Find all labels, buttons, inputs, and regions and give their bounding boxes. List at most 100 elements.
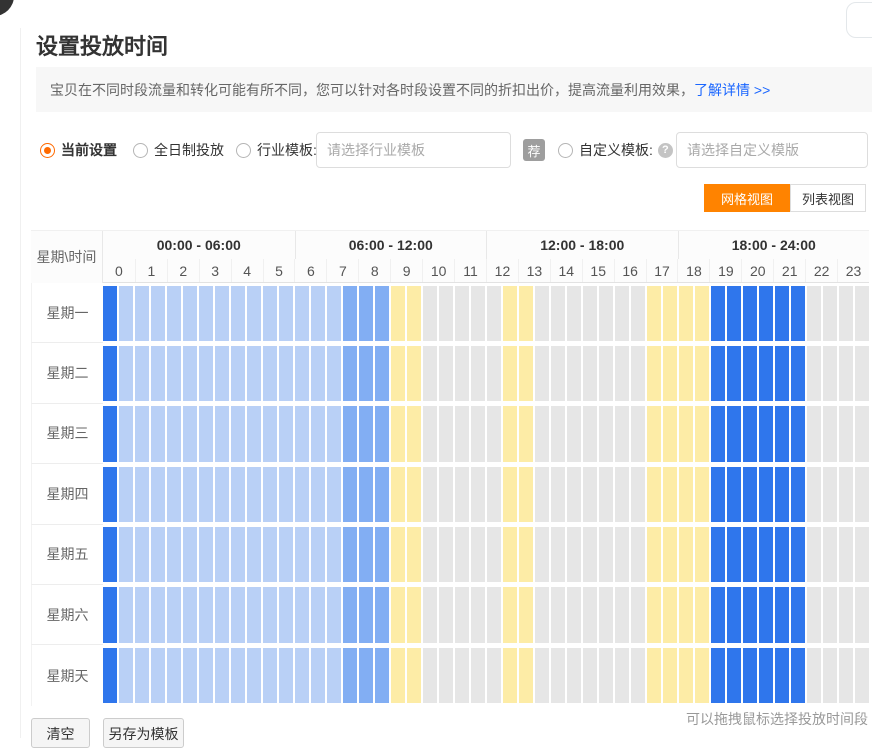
time-slot-cell[interactable]: [183, 467, 197, 522]
time-slot-cell[interactable]: [519, 648, 533, 703]
time-slot-cell[interactable]: [695, 527, 709, 582]
time-slot-cell[interactable]: [391, 648, 405, 703]
time-slot-cell[interactable]: [327, 648, 341, 703]
time-slot-cell[interactable]: [279, 648, 293, 703]
time-slot-cell[interactable]: [135, 467, 149, 522]
time-slot-cell[interactable]: [791, 346, 805, 401]
time-slot-cell[interactable]: [839, 467, 853, 522]
time-slot-cell[interactable]: [167, 587, 181, 642]
time-slot-cell[interactable]: [503, 648, 517, 703]
time-slot-cell[interactable]: [535, 587, 549, 642]
time-slot-cell[interactable]: [599, 648, 613, 703]
time-slot-cell[interactable]: [615, 527, 629, 582]
time-slot-cell[interactable]: [311, 527, 325, 582]
time-slot-cell[interactable]: [807, 467, 821, 522]
time-slot-cell[interactable]: [343, 346, 357, 401]
time-slot-cell[interactable]: [647, 467, 661, 522]
time-slot-cell[interactable]: [135, 406, 149, 461]
time-slot-cell[interactable]: [375, 406, 389, 461]
time-slot-cell[interactable]: [775, 587, 789, 642]
time-slot-cell[interactable]: [455, 527, 469, 582]
time-slot-cell[interactable]: [727, 587, 741, 642]
radio-industry-template[interactable]: 行业模板:: [236, 132, 317, 168]
time-slot-cell[interactable]: [839, 286, 853, 341]
time-slot-cell[interactable]: [135, 527, 149, 582]
time-slot-cell[interactable]: [407, 587, 421, 642]
time-slot-cell[interactable]: [391, 286, 405, 341]
time-slot-cell[interactable]: [439, 406, 453, 461]
time-slot-cell[interactable]: [151, 286, 165, 341]
time-slot-cell[interactable]: [727, 467, 741, 522]
time-slot-cell[interactable]: [407, 286, 421, 341]
time-slot-cell[interactable]: [615, 587, 629, 642]
time-slot-cell[interactable]: [743, 467, 757, 522]
time-slot-cell[interactable]: [231, 286, 245, 341]
clear-button[interactable]: 清空: [31, 718, 90, 748]
time-slot-cell[interactable]: [583, 587, 597, 642]
time-slot-cell[interactable]: [295, 527, 309, 582]
time-slot-cell[interactable]: [503, 467, 517, 522]
time-slot-cell[interactable]: [455, 406, 469, 461]
time-slot-cell[interactable]: [679, 467, 693, 522]
time-slot-cell[interactable]: [663, 346, 677, 401]
time-slot-cell[interactable]: [679, 527, 693, 582]
time-slot-cell[interactable]: [375, 587, 389, 642]
time-slot-cell[interactable]: [407, 527, 421, 582]
time-slot-cell[interactable]: [711, 527, 725, 582]
time-slot-cell[interactable]: [327, 527, 341, 582]
time-slot-cell[interactable]: [151, 587, 165, 642]
time-slot-cell[interactable]: [247, 406, 261, 461]
time-slot-cell[interactable]: [167, 406, 181, 461]
help-question-icon[interactable]: ?: [658, 143, 673, 158]
time-slot-cell[interactable]: [759, 648, 773, 703]
time-slot-cell[interactable]: [231, 467, 245, 522]
time-slot-cell[interactable]: [359, 527, 373, 582]
time-slot-cell[interactable]: [583, 406, 597, 461]
time-slot-cell[interactable]: [119, 346, 133, 401]
time-slot-cell[interactable]: [519, 587, 533, 642]
time-slot-cell[interactable]: [263, 346, 277, 401]
time-slot-cell[interactable]: [599, 587, 613, 642]
time-slot-cell[interactable]: [663, 587, 677, 642]
time-slot-cell[interactable]: [279, 587, 293, 642]
time-slot-cell[interactable]: [439, 587, 453, 642]
time-slot-cell[interactable]: [647, 527, 661, 582]
time-slot-cell[interactable]: [727, 406, 741, 461]
time-slot-cell[interactable]: [343, 648, 357, 703]
time-slot-cell[interactable]: [711, 346, 725, 401]
time-slot-cell[interactable]: [711, 406, 725, 461]
time-slot-cell[interactable]: [647, 587, 661, 642]
time-slot-cell[interactable]: [823, 286, 837, 341]
time-slot-cell[interactable]: [823, 467, 837, 522]
time-slot-cell[interactable]: [855, 286, 869, 341]
time-slot-cell[interactable]: [679, 648, 693, 703]
time-slot-cell[interactable]: [679, 346, 693, 401]
time-slot-cell[interactable]: [631, 286, 645, 341]
time-slot-cell[interactable]: [471, 467, 485, 522]
time-slot-cell[interactable]: [199, 346, 213, 401]
time-slot-cell[interactable]: [471, 587, 485, 642]
time-slot-cell[interactable]: [727, 527, 741, 582]
time-slot-cell[interactable]: [295, 467, 309, 522]
time-slot-cell[interactable]: [567, 648, 581, 703]
time-slot-cell[interactable]: [247, 286, 261, 341]
time-slot-cell[interactable]: [279, 346, 293, 401]
time-slot-cell[interactable]: [231, 648, 245, 703]
time-slot-cell[interactable]: [103, 286, 117, 341]
time-slot-cell[interactable]: [263, 406, 277, 461]
custom-template-input[interactable]: [676, 132, 868, 168]
time-slot-cell[interactable]: [423, 648, 437, 703]
time-slot-cell[interactable]: [327, 286, 341, 341]
time-slot-cell[interactable]: [119, 527, 133, 582]
time-slot-cell[interactable]: [487, 648, 501, 703]
time-slot-cell[interactable]: [535, 648, 549, 703]
time-slot-cell[interactable]: [359, 648, 373, 703]
time-slot-cell[interactable]: [535, 467, 549, 522]
time-slot-cell[interactable]: [663, 286, 677, 341]
time-slot-cell[interactable]: [567, 346, 581, 401]
time-slot-cell[interactable]: [839, 406, 853, 461]
time-slot-cell[interactable]: [807, 406, 821, 461]
time-slot-cell[interactable]: [631, 587, 645, 642]
time-slot-cell[interactable]: [135, 346, 149, 401]
time-slot-cell[interactable]: [791, 527, 805, 582]
